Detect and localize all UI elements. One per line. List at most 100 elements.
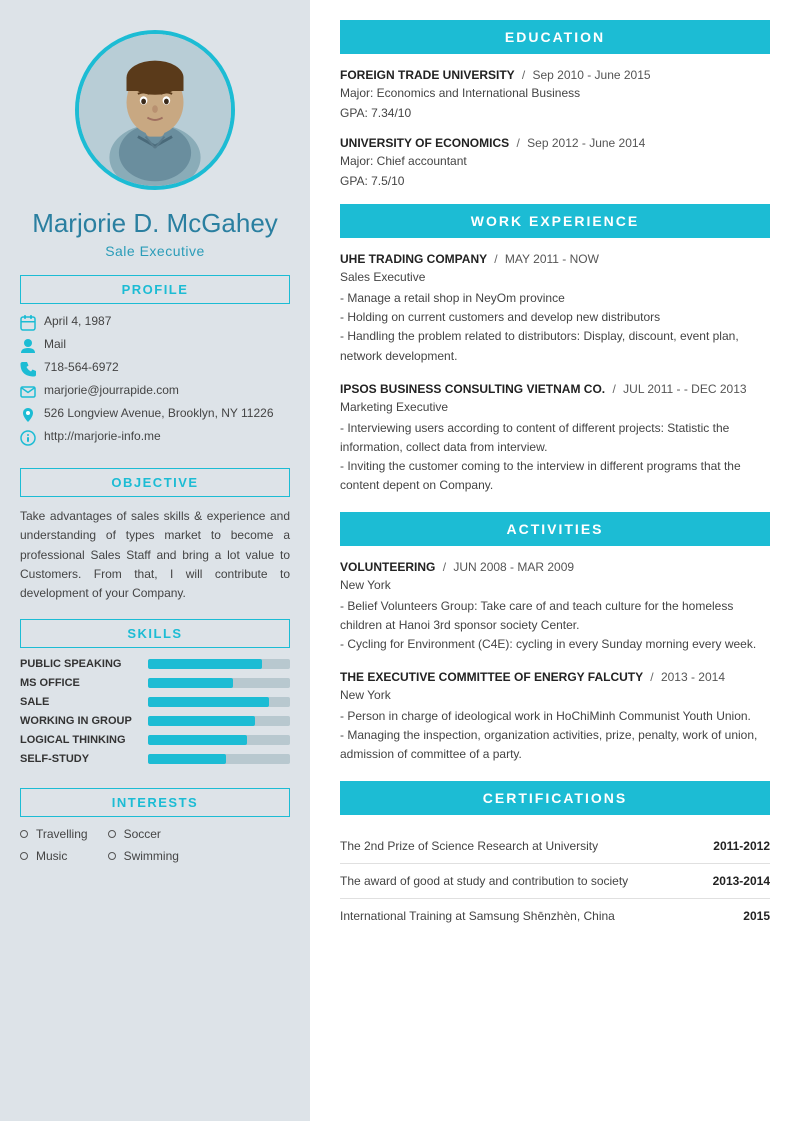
mail-row: Mail [20,337,290,354]
skill-bar-bg [148,659,290,669]
skill-bar-bg [148,735,290,745]
activity-header: VOLUNTEERING / JUN 2008 - MAR 2009 [340,560,770,574]
work-dates: JUL 2011 - - DEC 2013 [623,382,746,396]
profile-info: April 4, 1987 Mail 718-564-6972 marjorie… [20,314,290,452]
skill-row: WORKING IN GROUP [20,715,290,727]
activity-header: THE EXECUTIVE COMMITTEE OF ENERGY FALCUT… [340,670,770,684]
school-name: UNIVERSITY OF ECONOMICS [340,136,509,150]
website-row: http://marjorie-info.me [20,429,290,446]
website-text: http://marjorie-info.me [44,429,161,443]
interest-bullet [108,830,116,838]
skill-bar-bg [148,716,290,726]
cert-title: The 2nd Prize of Science Research at Uni… [340,839,598,853]
skill-row: SALE [20,696,290,708]
divider: / [443,560,450,574]
name-section: Marjorie D. McGahey Sale Executive [32,208,278,259]
location-icon [20,407,36,423]
work-title-bar: WORK EXPERIENCE [340,204,770,238]
calendar-icon [20,315,36,331]
skill-label: WORKING IN GROUP [20,715,140,727]
work-title: Marketing Executive [340,398,770,416]
interest-item: Swimming [108,849,179,863]
education-entry: UNIVERSITY OF ECONOMICS / Sep 2012 - Jun… [340,136,770,190]
address-row: 526 Longview Avenue, Brooklyn, NY 11226 [20,406,290,423]
interest-item: Music [20,849,88,863]
cert-year: 2013-2014 [713,874,770,888]
full-name: Marjorie D. McGahey [32,208,278,239]
work-entry: UHE TRADING COMPANY / MAY 2011 - NOW Sal… [340,252,770,366]
profile-section-header: PROFILE [20,275,290,304]
interest-bullet [20,830,28,838]
skill-label: LOGICAL THINKING [20,734,140,746]
interest-bullet [108,852,116,860]
edu-header: FOREIGN TRADE UNIVERSITY / Sep 2010 - Ju… [340,68,770,82]
avatar [75,30,235,190]
activities-title-bar: ACTIVITIES [340,512,770,546]
activities-section: VOLUNTEERING / JUN 2008 - MAR 2009 New Y… [340,560,770,765]
sidebar: Marjorie D. McGahey Sale Executive PROFI… [0,0,310,1121]
skill-row: PUBLIC SPEAKING [20,658,290,670]
activity-entry: VOLUNTEERING / JUN 2008 - MAR 2009 New Y… [340,560,770,655]
interest-label: Travelling [36,827,88,841]
activity-location: New York [340,686,770,704]
edu-dates: Sep 2012 - June 2014 [527,136,645,150]
edu-dates: Sep 2010 - June 2015 [532,68,650,82]
skill-bar-fill [148,735,247,745]
skill-bar-fill [148,754,226,764]
interests-section-header: INTERESTS [20,788,290,817]
objective-section-header: OBJECTIVE [20,468,290,497]
work-header: UHE TRADING COMPANY / MAY 2011 - NOW [340,252,770,266]
education-section: FOREIGN TRADE UNIVERSITY / Sep 2010 - Ju… [340,68,770,190]
divider: / [650,670,657,684]
school-name: FOREIGN TRADE UNIVERSITY [340,68,514,82]
cert-year: 2011-2012 [713,839,770,853]
edu-gpa: GPA: 7.5/10 [340,172,770,190]
objective-text: Take advantages of sales skills & experi… [20,507,290,603]
interest-label: Swimming [124,849,179,863]
cert-title: International Training at Samsung Shēnzh… [340,909,615,923]
skill-bar-bg [148,697,290,707]
phone-icon [20,361,36,377]
divider: / [522,68,529,82]
skills-section-header: SKILLS [20,619,290,648]
activity-location: New York [340,576,770,594]
cert-row: The award of good at study and contribut… [340,864,770,899]
work-dates: MAY 2011 - NOW [505,252,599,266]
interests-col-1: Travelling Music [20,827,88,863]
skill-row: SELF-STUDY [20,753,290,765]
skill-bar-fill [148,716,255,726]
cert-title: The award of good at study and contribut… [340,874,628,888]
interest-label: Soccer [124,827,161,841]
interest-label: Music [36,849,67,863]
activity-bullets: - Belief Volunteers Group: Take care of … [340,597,770,655]
email-row: marjorie@jourrapide.com [20,383,290,400]
interest-item: Soccer [108,827,179,841]
skill-label: SELF-STUDY [20,753,140,765]
certifications-section: The 2nd Prize of Science Research at Uni… [340,829,770,933]
interest-bullet [20,852,28,860]
cert-row: The 2nd Prize of Science Research at Uni… [340,829,770,864]
work-title: Sales Executive [340,268,770,286]
skill-bar-fill [148,697,269,707]
dob-text: April 4, 1987 [44,314,111,328]
phone-row: 718-564-6972 [20,360,290,377]
skill-label: PUBLIC SPEAKING [20,658,140,670]
activity-org: THE EXECUTIVE COMMITTEE OF ENERGY FALCUT… [340,670,643,684]
skill-row: LOGICAL THINKING [20,734,290,746]
skill-label: MS OFFICE [20,677,140,689]
skill-bar-bg [148,754,290,764]
interest-item: Travelling [20,827,88,841]
work-bullets: - Manage a retail shop in NeyOm province… [340,289,770,366]
interests-col-2: Soccer Swimming [108,827,179,863]
skills-section: PUBLIC SPEAKING MS OFFICE SALE WORKING I… [20,658,290,772]
work-entry: IPSOS BUSINESS CONSULTING VIETNAM CO. / … [340,382,770,496]
person-icon [20,338,36,354]
skill-bar-bg [148,678,290,688]
company-name: UHE TRADING COMPANY [340,252,487,266]
edu-major: Major: Economics and International Busin… [340,84,770,102]
activity-org: VOLUNTEERING [340,560,435,574]
job-title: Sale Executive [32,243,278,259]
work-bullets: - Interviewing users according to conten… [340,419,770,496]
education-title-bar: EDUCATION [340,20,770,54]
info-icon [20,430,36,446]
